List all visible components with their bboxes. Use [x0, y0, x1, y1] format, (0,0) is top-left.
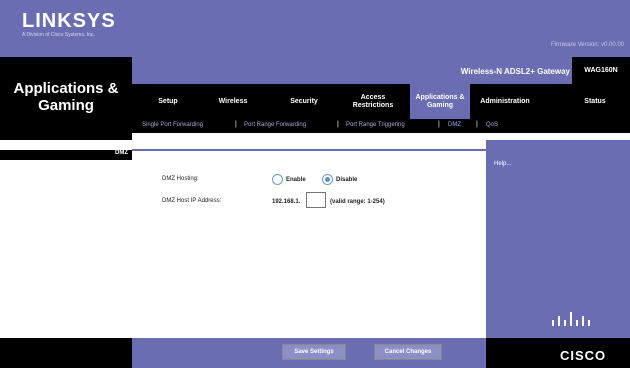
logo-subtitle: A Division of Cisco Systems, Inc. [22, 32, 95, 38]
model-badge: WAG160N [572, 57, 630, 84]
tab-administration[interactable]: Administration [474, 84, 536, 119]
subtab-dmz[interactable]: DMZ [448, 122, 461, 128]
sub-tab-bar: Single Port Forwarding | Port Range Forw… [132, 119, 630, 133]
subtab-single-port-forwarding[interactable]: Single Port Forwarding [142, 122, 203, 128]
subtab-qos[interactable]: QoS [486, 122, 498, 128]
tab-applications-gaming[interactable]: Applications & Gaming [410, 84, 470, 119]
cisco-bar [564, 320, 566, 326]
help-link[interactable]: Help... [494, 161, 511, 167]
valid-range-note: (valid range: 1-254) [330, 199, 385, 205]
dmz-hosting-label: DMZ Hosting: [162, 176, 199, 182]
tab-wireless[interactable]: Wireless [208, 84, 258, 119]
dmz-disable-radio[interactable] [322, 174, 333, 185]
firmware-version: Firmware Version: v0.00.00 [550, 42, 624, 48]
left-heading-dmz: DMZ [115, 150, 128, 156]
ip-prefix: 192.168.1. [272, 199, 301, 205]
help-panel [486, 140, 630, 338]
main-content [132, 140, 486, 338]
subtab-port-range-triggering[interactable]: Port Range Triggering [346, 122, 405, 128]
footer-left [0, 338, 132, 368]
dmz-disable-label: Disable [336, 177, 358, 183]
save-settings-button[interactable]: Save Settings [282, 344, 346, 360]
cisco-bar [576, 320, 578, 326]
cancel-changes-button[interactable]: Cancel Changes [374, 344, 442, 360]
cisco-bar [552, 320, 554, 326]
tab-security[interactable]: Security [278, 84, 330, 119]
cisco-bar [582, 316, 584, 326]
subtab-separator: | [337, 121, 339, 128]
tab-status[interactable]: Status [572, 84, 618, 119]
left-heading-bar: DMZ [0, 150, 132, 160]
dmz-enable-radio[interactable] [272, 174, 283, 185]
tab-access-restrictions[interactable]: Access Restrictions [342, 84, 404, 119]
cisco-logo-text: CISCO [560, 348, 607, 363]
subtab-separator: | [438, 121, 440, 128]
linksys-logo: LINKSYS [22, 10, 116, 32]
product-bar: Wireless-N ADSL2+ Gateway WAG160N [132, 57, 630, 84]
subtab-separator: | [235, 121, 237, 128]
dmz-host-ip-label: DMZ Host IP Address: [162, 198, 222, 204]
cisco-bar [588, 320, 590, 326]
header-bar: LINKSYS A Division of Cisco Systems, Inc… [0, 0, 630, 57]
footer-right [486, 338, 630, 368]
left-column [0, 140, 132, 326]
dmz-host-ip-input[interactable] [306, 192, 326, 208]
section-title: Applications & Gaming [13, 80, 119, 114]
subtab-separator: | [476, 121, 478, 128]
tab-setup[interactable]: Setup [146, 84, 190, 119]
cisco-bar [570, 312, 572, 326]
main-tab-bar: Setup Wireless Security Access Restricti… [132, 84, 630, 119]
cisco-bar [558, 316, 560, 326]
product-name: Wireless-N ADSL2+ Gateway [460, 67, 570, 76]
subtab-port-range-forwarding[interactable]: Port Range Forwarding [244, 122, 306, 128]
content-divider [132, 149, 486, 151]
dmz-enable-label: Enable [286, 177, 306, 183]
